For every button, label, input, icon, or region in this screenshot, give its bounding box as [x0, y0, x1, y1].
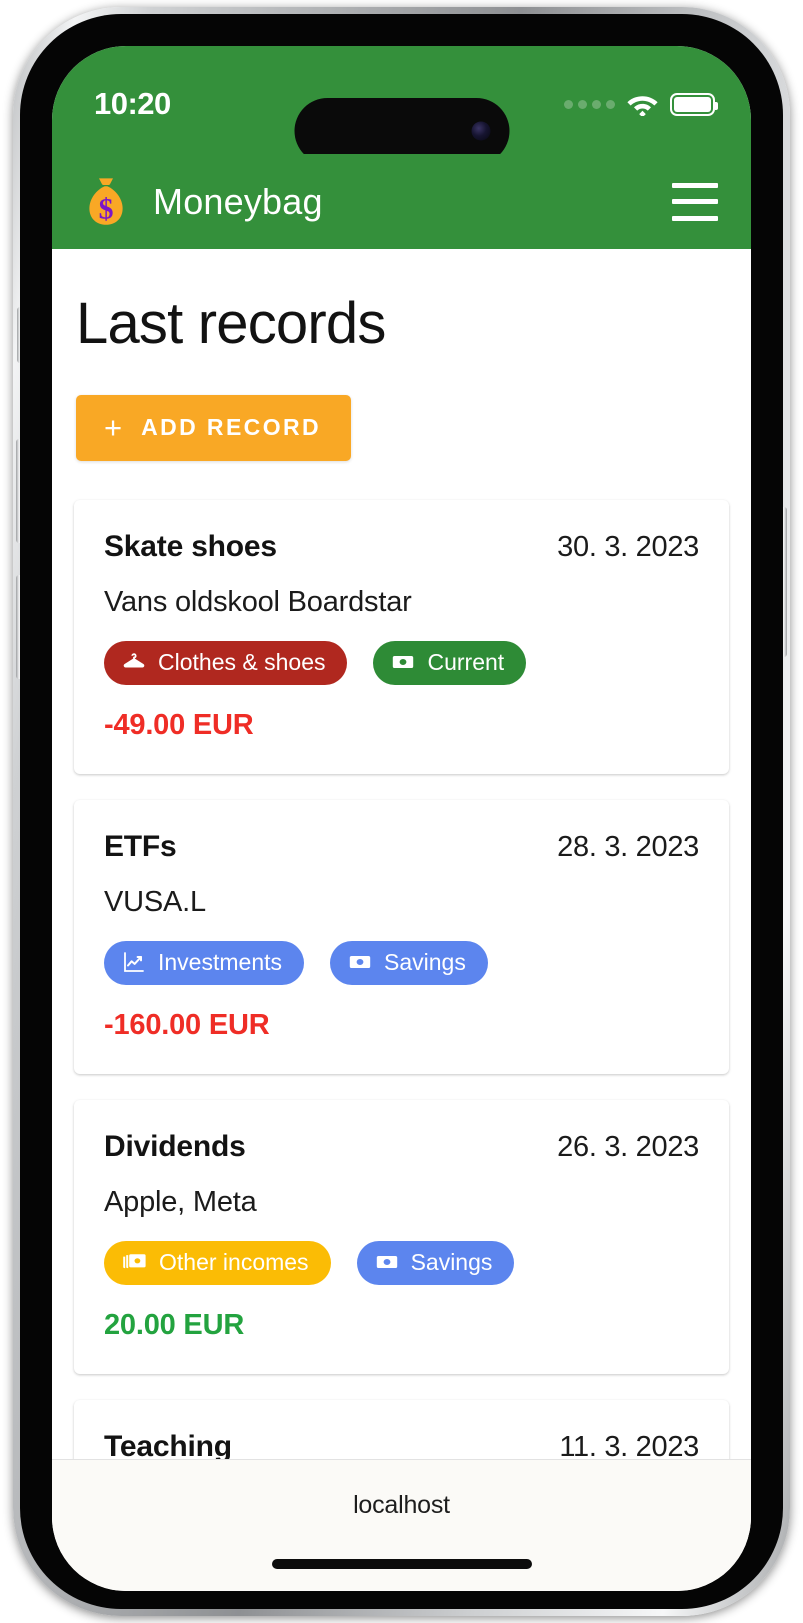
records-list: Skate shoes 30. 3. 2023 Vans oldskool Boar… [52, 461, 751, 1459]
app-brand[interactable]: $ Moneybag [78, 174, 672, 230]
browser-url-label[interactable]: localhost [353, 1491, 450, 1520]
status-bar-clock: 10:20 [94, 86, 171, 121]
record-amount: -49.00 EUR [104, 708, 254, 741]
record-header: ETFs 28. 3. 2023 [104, 830, 699, 864]
category-chip-label: Clothes & shoes [158, 648, 326, 675]
phone-bezel: 10:20 $ Moneybag Last records + ADD RECO… [20, 14, 783, 1609]
home-indicator[interactable] [271, 1559, 532, 1569]
account-chip[interactable]: Savings [330, 940, 488, 985]
record-chips: Investments Savings [104, 940, 699, 985]
record-chips: Clothes & shoes Current [104, 640, 699, 685]
add-record-button[interactable]: + ADD RECORD [76, 394, 351, 461]
battery-full-icon [670, 92, 718, 116]
record-title: ETFs [104, 829, 177, 863]
moneybag-icon: $ [89, 177, 123, 225]
svg-text:$: $ [99, 192, 114, 225]
record-note: VUSA.L [104, 885, 206, 918]
status-bar-indicators [564, 92, 718, 116]
main-content: Last records + ADD RECORD Skate shoes 30.… [52, 249, 751, 1459]
account-chip[interactable]: Savings [356, 1240, 515, 1285]
record-card[interactable]: Dividends 26. 3. 2023 Apple, Meta Other inc… [74, 1099, 729, 1374]
phone-frame: 10:20 $ Moneybag Last records + ADD RECO… [13, 7, 790, 1616]
record-date: 11. 3. 2023 [559, 1430, 699, 1459]
record-card[interactable]: Skate shoes 30. 3. 2023 Vans oldskool Boar… [74, 499, 729, 774]
wifi-icon [627, 96, 658, 116]
browser-bottom-bar: localhost [52, 1459, 751, 1591]
banknote-icon [391, 650, 415, 674]
chart-line-icon [122, 950, 146, 974]
record-amount: -160.00 EUR [104, 1008, 270, 1041]
page-title: Last records [76, 291, 386, 356]
category-chip-label: Investments [158, 948, 282, 975]
record-date: 30. 3. 2023 [557, 530, 699, 563]
app-title: Moneybag [153, 180, 323, 222]
record-date: 28. 3. 2023 [557, 830, 699, 863]
record-title: Dividends [104, 1129, 246, 1163]
record-amount: 20.00 EUR [104, 1308, 245, 1341]
record-note: Apple, Meta [104, 1185, 257, 1218]
cellular-dots-icon [564, 99, 615, 109]
category-chip[interactable]: Investments [104, 940, 304, 985]
category-chip[interactable]: Other incomes [104, 1240, 331, 1285]
account-chip-label: Savings [384, 948, 466, 975]
record-title: Skate shoes [104, 529, 277, 563]
record-card[interactable]: ETFs 28. 3. 2023 VUSA.L Investments Savings -… [74, 799, 729, 1074]
record-note: Vans oldskool Boardstar [104, 585, 412, 618]
account-chip-label: Savings [410, 1248, 493, 1275]
app-header: $ Moneybag [52, 154, 751, 249]
record-chips: Other incomes Savings [104, 1240, 699, 1285]
banknote-icon [348, 950, 372, 974]
record-header: Teaching 11. 3. 2023 [104, 1430, 699, 1459]
category-chip[interactable]: Clothes & shoes [104, 640, 348, 685]
record-header: Dividends 26. 3. 2023 [104, 1130, 699, 1164]
record-date: 26. 3. 2023 [557, 1130, 699, 1163]
money-stack-icon [122, 1250, 147, 1274]
category-chip-label: Other incomes [159, 1248, 309, 1275]
account-chip-label: Current [427, 648, 505, 675]
account-chip[interactable]: Current [373, 640, 527, 685]
hanger-icon [122, 650, 146, 674]
record-title: Teaching [104, 1429, 232, 1459]
add-record-label: ADD RECORD [141, 413, 321, 440]
record-card[interactable]: Teaching 11. 3. 2023 [74, 1399, 729, 1459]
plus-icon: + [104, 409, 123, 445]
record-header: Skate shoes 30. 3. 2023 [104, 530, 699, 564]
banknote-icon [375, 1250, 399, 1274]
front-camera-icon [471, 121, 490, 141]
phone-screen: 10:20 $ Moneybag Last records + ADD RECO… [52, 46, 751, 1591]
hamburger-menu-icon[interactable] [672, 182, 718, 221]
